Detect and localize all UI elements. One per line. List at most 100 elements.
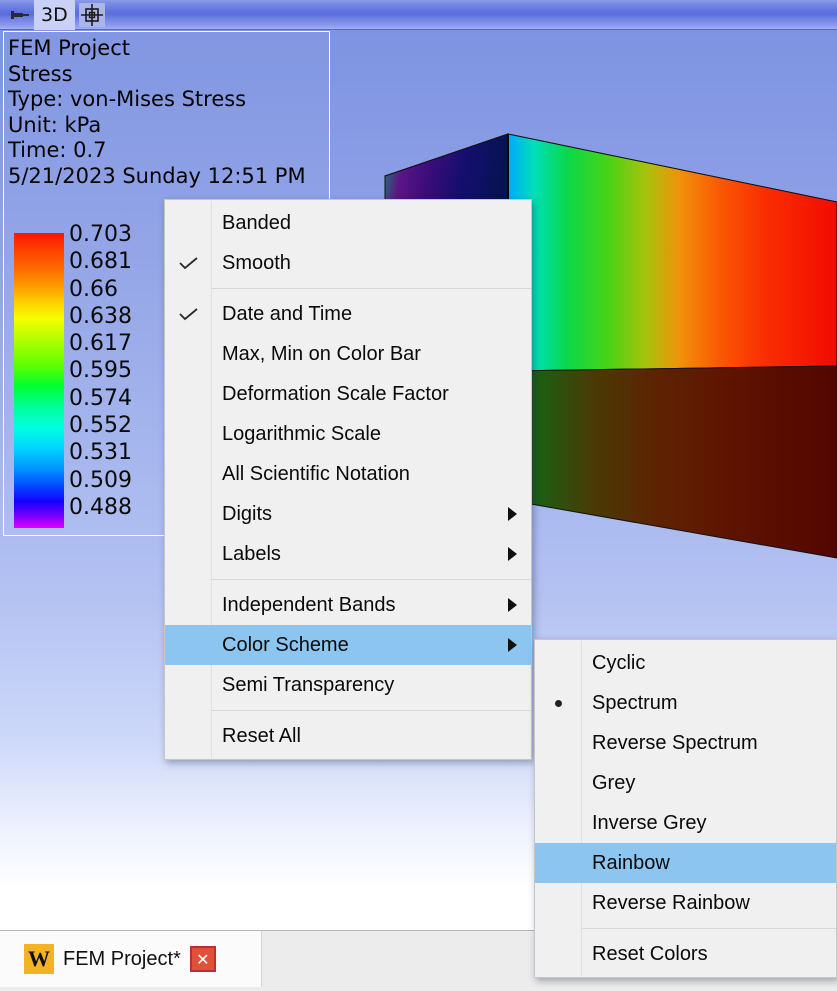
context-menu-item-banded[interactable]: Banded [165,203,531,243]
info-line-unit: Unit: kPa [8,113,329,139]
context-menu-item-label: Deformation Scale Factor [222,383,449,406]
menu-mark-empty [165,414,212,454]
color-bar-tick: 0.552 [69,412,132,439]
menu-mark-empty [535,883,582,923]
context-menu-item-labels[interactable]: Labels [165,534,531,574]
context-menu-item-label: All Scientific Notation [222,463,410,486]
context-menu-item-logarithmic-scale[interactable]: Logarithmic Scale [165,414,531,454]
context-menu-item-semi-transparency[interactable]: Semi Transparency [165,665,531,705]
menu-mark-empty [165,454,212,494]
context-menu-item-label: Labels [222,543,281,566]
menu-mark-empty [535,723,582,763]
context-menu-item-label: Banded [222,212,291,235]
context-menu-item-max-min-on-color-bar[interactable]: Max, Min on Color Bar [165,334,531,374]
check-icon [165,294,212,334]
submenu-separator [582,928,836,929]
menu-mark-empty [165,494,212,534]
menu-mark-empty [165,203,212,243]
context-menu-item-color-scheme[interactable]: Color Scheme [165,625,531,665]
context-menu-item-independent-bands[interactable]: Independent Bands [165,585,531,625]
submenu-item-rainbow[interactable]: Rainbow [535,843,836,883]
context-menu-item-label: Logarithmic Scale [222,423,381,446]
chevron-right-icon [508,625,517,665]
target-crosshair-icon[interactable] [79,3,105,27]
submenu-item-inverse-grey[interactable]: Inverse Grey [535,803,836,843]
context-menu-item-label: Semi Transparency [222,674,394,697]
menu-mark-empty [535,934,582,974]
submenu-item-reset-colors[interactable]: Reset Colors [535,934,836,974]
context-menu-item-smooth[interactable]: Smooth [165,243,531,283]
info-line-type: Type: von-Mises Stress [8,87,329,113]
color-bar-tick: 0.703 [69,221,132,248]
menu-mark-empty [165,625,212,665]
radio-dot-icon [535,683,582,723]
chevron-right-icon [508,534,517,574]
context-menu-item-label: Max, Min on Color Bar [222,343,421,366]
menu-mark-empty [535,843,582,883]
info-line-project: FEM Project [8,36,329,62]
context-menu-separator [212,288,531,289]
context-menu-item-reset-all[interactable]: Reset All [165,716,531,756]
context-menu-item-digits[interactable]: Digits [165,494,531,534]
submenu-item-label: Reverse Spectrum [592,732,758,755]
color-bar-tick-list: 0.7030.6810.660.6380.6170.5950.5740.5520… [69,221,132,521]
context-menu-separator [212,710,531,711]
submenu-item-label: Inverse Grey [592,812,706,835]
submenu-item-cyclic[interactable]: Cyclic [535,643,836,683]
color-bar-tick: 0.488 [69,494,132,521]
color-bar-tick: 0.638 [69,303,132,330]
submenu-item-spectrum[interactable]: Spectrum [535,683,836,723]
menu-mark-empty [535,803,582,843]
window-titlebar: 3D [0,0,837,30]
close-icon[interactable]: ✕ [190,946,216,972]
context-menu-item-label: Independent Bands [222,594,396,617]
menu-mark-empty [165,534,212,574]
submenu-item-reverse-rainbow[interactable]: Reverse Rainbow [535,883,836,923]
color-bar-tick: 0.66 [69,276,132,303]
menu-mark-empty [165,585,212,625]
word-w-icon: W [24,944,54,974]
color-scheme-submenu[interactable]: Cyclic Spectrum Reverse Spectrum Grey Invers… [534,639,837,978]
color-bar-tick: 0.617 [69,330,132,357]
submenu-item-label: Reset Colors [592,943,708,966]
color-bar-legend[interactable]: 0.7030.6810.660.6380.6170.5950.5740.5520… [14,233,132,533]
color-bar-gradient [14,233,64,528]
context-menu-item-label: Smooth [222,252,291,275]
app-root: 3D [0,0,837,991]
menu-mark-empty [535,763,582,803]
taskbar-task-item[interactable]: W FEM Project* ✕ [0,931,262,987]
context-menu-item-deformation-scale-factor[interactable]: Deformation Scale Factor [165,374,531,414]
menu-mark-empty [165,334,212,374]
submenu-item-reverse-spectrum[interactable]: Reverse Spectrum [535,723,836,763]
context-menu-item-date-and-time[interactable]: Date and Time [165,294,531,334]
menu-mark-empty [165,665,212,705]
menu-mark-empty [535,643,582,683]
context-menu-item-label: Date and Time [222,303,352,326]
menu-mark-empty [165,716,212,756]
menu-mark-empty [165,374,212,414]
check-icon [165,243,212,283]
submenu-item-label: Cyclic [592,652,645,675]
submenu-item-label: Spectrum [592,692,678,715]
context-menu[interactable]: Banded Smooth Date and Time Max, Min on Col… [164,199,532,760]
context-menu-item-label: Digits [222,503,272,526]
color-bar-tick: 0.574 [69,385,132,412]
chevron-right-icon [508,494,517,534]
taskbar-task-label: FEM Project* [63,948,181,971]
submenu-item-grey[interactable]: Grey [535,763,836,803]
color-bar-tick: 0.531 [69,439,132,466]
context-menu-item-label: Color Scheme [222,634,349,657]
pin-icon[interactable] [6,2,34,28]
context-menu-item-all-scientific-notation[interactable]: All Scientific Notation [165,454,531,494]
color-bar-tick: 0.509 [69,467,132,494]
color-bar-tick: 0.595 [69,357,132,384]
color-bar-tick: 0.681 [69,248,132,275]
info-line-result: Stress [8,62,329,88]
chevron-right-icon [508,585,517,625]
submenu-item-label: Rainbow [592,852,670,875]
view-mode-label[interactable]: 3D [34,0,75,30]
context-menu-separator [212,579,531,580]
context-menu-item-label: Reset All [222,725,301,748]
info-line-datetime: 5/21/2023 Sunday 12:51 PM [8,164,329,190]
submenu-item-label: Grey [592,772,635,795]
